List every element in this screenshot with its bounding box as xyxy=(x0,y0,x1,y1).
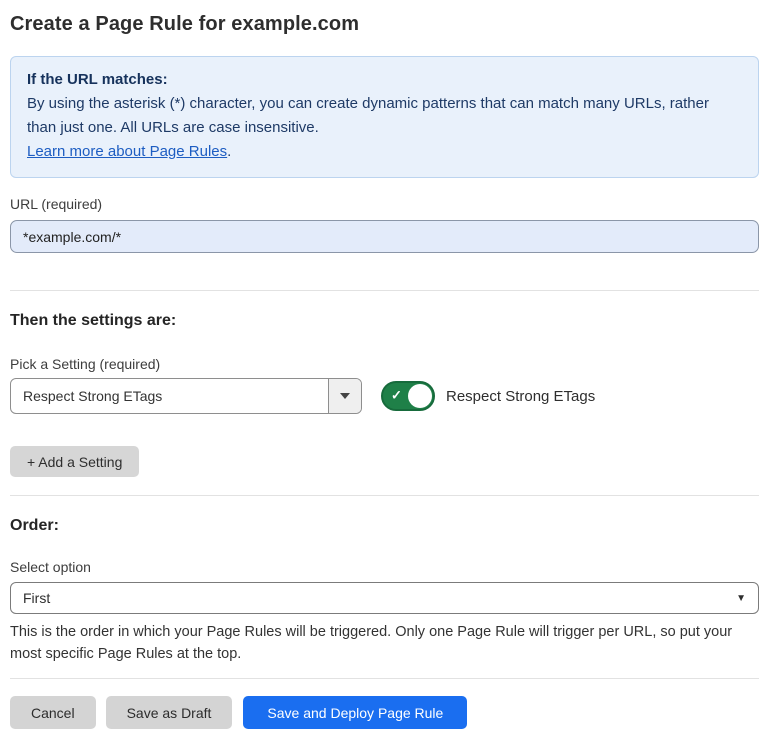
divider xyxy=(10,495,759,496)
order-select[interactable]: First ▼ xyxy=(10,582,759,614)
cancel-button[interactable]: Cancel xyxy=(10,696,96,729)
info-box-body: By using the asterisk (*) character, you… xyxy=(27,92,742,140)
respect-etags-toggle[interactable]: ✓ xyxy=(381,381,435,411)
info-box-heading: If the URL matches: xyxy=(27,68,742,92)
url-match-info-box: If the URL matches: By using the asteris… xyxy=(10,56,759,178)
link-suffix: . xyxy=(227,143,231,160)
chevron-down-icon: ▼ xyxy=(736,593,746,604)
save-draft-button[interactable]: Save as Draft xyxy=(106,696,233,729)
info-box-link-line: Learn more about Page Rules. xyxy=(27,140,742,164)
pick-setting-select[interactable]: Respect Strong ETags xyxy=(10,378,362,414)
create-page-rule-form: Create a Page Rule for example.com If th… xyxy=(0,0,769,729)
select-arrow-button[interactable] xyxy=(328,379,361,413)
chevron-down-icon xyxy=(340,393,350,399)
save-deploy-button[interactable]: Save and Deploy Page Rule xyxy=(243,696,467,729)
learn-more-link[interactable]: Learn more about Page Rules xyxy=(27,143,227,160)
pick-setting-label: Pick a Setting (required) xyxy=(10,356,759,372)
order-help-text: This is the order in which your Page Rul… xyxy=(10,621,755,665)
order-section-heading: Order: xyxy=(10,516,759,535)
toggle-knob xyxy=(408,384,432,408)
divider xyxy=(10,290,759,291)
toggle-label: Respect Strong ETags xyxy=(446,388,595,405)
footer-actions: Cancel Save as Draft Save and Deploy Pag… xyxy=(10,696,759,729)
pick-setting-value: Respect Strong ETags xyxy=(11,379,328,413)
add-setting-button[interactable]: + Add a Setting xyxy=(10,446,139,477)
settings-section-heading: Then the settings are: xyxy=(10,311,759,330)
url-input[interactable] xyxy=(10,220,759,253)
url-field-label: URL (required) xyxy=(10,196,759,212)
setting-row: Respect Strong ETags ✓ Respect Strong ET… xyxy=(10,378,759,414)
divider xyxy=(10,678,759,679)
order-select-value: First xyxy=(23,590,50,606)
order-select-label: Select option xyxy=(10,559,759,575)
page-title: Create a Page Rule for example.com xyxy=(10,12,759,36)
check-icon: ✓ xyxy=(391,388,402,404)
